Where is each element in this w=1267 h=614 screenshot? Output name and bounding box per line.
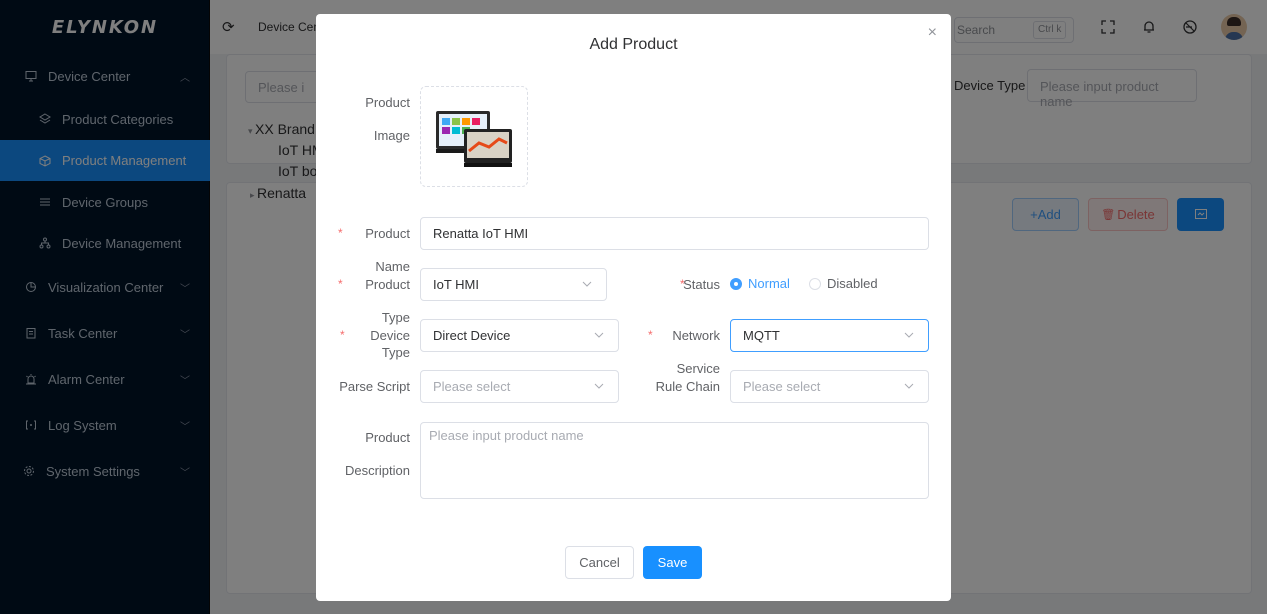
- parse-script-placeholder: Please select: [433, 379, 511, 394]
- description-label-2: Description: [344, 463, 410, 478]
- description-label-1: Product: [365, 430, 410, 445]
- device-type-value: Direct Device: [433, 328, 511, 343]
- required-mark: *: [340, 328, 345, 342]
- radio-checked-icon: [730, 277, 742, 290]
- product-name-label: Product: [365, 226, 410, 241]
- parse-script-select[interactable]: Please select: [420, 370, 619, 403]
- radio-unchecked-icon: [809, 277, 821, 290]
- description-textarea[interactable]: [420, 422, 929, 499]
- rule-chain-label-2: Rule Chain: [655, 379, 720, 394]
- parse-script-label: Parse Script: [339, 379, 410, 394]
- save-button[interactable]: Save: [643, 546, 702, 579]
- dialog-title: Add Product: [589, 36, 678, 53]
- status-label: Status: [683, 277, 720, 292]
- network-select[interactable]: MQTT: [730, 319, 929, 352]
- required-mark: *: [338, 226, 343, 240]
- rule-chain-label-1: Service: [676, 361, 720, 376]
- product-type-label-2: Type: [381, 310, 410, 325]
- chevron-down-icon: [582, 278, 594, 290]
- close-icon[interactable]: ×: [928, 24, 937, 42]
- radio-label: Normal: [748, 276, 790, 291]
- chevron-down-icon: [594, 380, 606, 392]
- cancel-button[interactable]: Cancel: [565, 546, 634, 579]
- product-type-select[interactable]: IoT HMI: [420, 268, 607, 301]
- network-label: Network: [672, 328, 720, 343]
- required-mark: *: [338, 277, 343, 291]
- required-mark: *: [648, 328, 653, 342]
- device-type-label: Device Type: [370, 328, 410, 360]
- chevron-down-icon: [594, 329, 606, 341]
- radio-label: Disabled: [827, 276, 878, 291]
- product-image-label-2: Image: [373, 128, 410, 143]
- rule-chain-placeholder: Please select: [743, 379, 821, 394]
- chevron-down-icon: [904, 329, 916, 341]
- product-image-label-1: Product: [365, 95, 410, 110]
- product-name-input[interactable]: Renatta IoT HMI: [420, 217, 929, 250]
- product-name-label-2: Name: [375, 259, 410, 274]
- product-thumbnail: [436, 110, 512, 167]
- product-type-label: Product: [365, 277, 410, 292]
- status-disabled-radio[interactable]: Disabled: [809, 276, 878, 291]
- network-value: MQTT: [743, 328, 780, 343]
- device-type-select[interactable]: Direct Device: [420, 319, 619, 352]
- rule-chain-select[interactable]: Please select: [730, 370, 929, 403]
- chevron-down-icon: [904, 380, 916, 392]
- product-image-upload[interactable]: [420, 86, 528, 187]
- add-product-dialog: Add Product × Product Image * Product Na…: [316, 14, 951, 601]
- product-type-value: IoT HMI: [433, 277, 479, 292]
- status-normal-radio[interactable]: Normal: [730, 276, 790, 291]
